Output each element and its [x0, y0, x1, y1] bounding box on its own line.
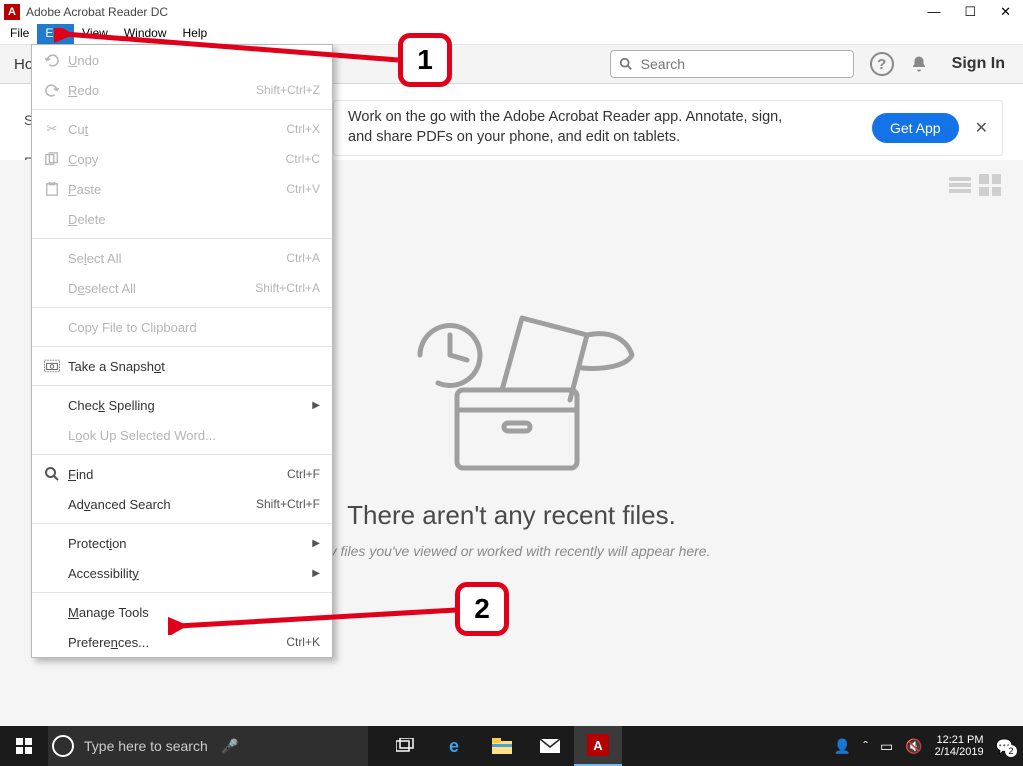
menu-item-snapshot[interactable]: Take a Snapshot: [32, 351, 332, 381]
search-input[interactable]: [639, 55, 845, 73]
search-box[interactable]: [610, 50, 854, 78]
copy-icon: [40, 152, 64, 166]
menubar: File Edit View Window Help: [0, 24, 1023, 44]
edit-menu-dropdown: UUndondo Redo Shift+Ctrl+Z ✂ Cut Ctrl+X …: [31, 44, 333, 658]
menu-item-delete[interactable]: Delete: [32, 204, 332, 234]
window-titlebar: A Adobe Acrobat Reader DC — ☐ ✕: [0, 0, 1023, 24]
help-button[interactable]: ?: [870, 52, 894, 76]
cut-icon: ✂: [40, 121, 64, 137]
taskbar-search-placeholder: Type here to search: [84, 738, 221, 754]
tray-chevron-icon[interactable]: ˆ: [863, 738, 868, 754]
minimize-button[interactable]: —: [927, 4, 940, 20]
empty-illustration: [382, 300, 642, 480]
menu-item-redo[interactable]: Redo Shift+Ctrl+Z: [32, 75, 332, 105]
menu-item-preferences[interactable]: Preferences... Ctrl+K: [32, 627, 332, 657]
menu-item-accessibility[interactable]: Accessibility ▶: [32, 558, 332, 588]
menu-item-undo[interactable]: UUndondo: [32, 45, 332, 75]
action-center-icon[interactable]: 💬2: [996, 738, 1013, 755]
grid-view-button[interactable]: [979, 174, 1001, 196]
menu-window[interactable]: Window: [116, 24, 175, 44]
list-view-button[interactable]: [949, 174, 971, 196]
annotation-1: 1: [398, 33, 452, 87]
menu-item-find[interactable]: Find Ctrl+F: [32, 459, 332, 489]
menu-item-deselect-all[interactable]: Deselect All Shift+Ctrl+A: [32, 273, 332, 303]
menu-help[interactable]: Help: [175, 24, 216, 44]
undo-icon: [40, 52, 64, 68]
close-icon[interactable]: ✕: [975, 118, 988, 138]
menu-view[interactable]: View: [74, 24, 116, 44]
menu-item-copy-file[interactable]: Copy File to Clipboard: [32, 312, 332, 342]
empty-subtitle: Any files you've viewed or worked with r…: [313, 543, 711, 559]
mail-button[interactable]: [526, 726, 574, 766]
notifications-icon[interactable]: [910, 55, 928, 73]
maximize-button[interactable]: ☐: [964, 4, 976, 20]
window-title: Adobe Acrobat Reader DC: [26, 5, 927, 19]
mic-icon[interactable]: 🎤: [221, 738, 358, 755]
menu-item-adv-search[interactable]: Advanced Search Shift+Ctrl+F: [32, 489, 332, 519]
signin-button[interactable]: Sign In: [952, 55, 1005, 73]
menu-item-lookup[interactable]: Look Up Selected Word...: [32, 420, 332, 450]
app-icon: A: [4, 4, 20, 20]
promo-text: Work on the go with the Adobe Acrobat Re…: [348, 108, 872, 147]
volume-icon[interactable]: 🔇: [905, 738, 922, 755]
annotation-2: 2: [455, 582, 509, 636]
start-button[interactable]: [0, 738, 48, 754]
getapp-button[interactable]: Get App: [872, 113, 959, 143]
taskbar-search[interactable]: Type here to search 🎤: [48, 726, 368, 766]
redo-icon: [40, 82, 64, 98]
menu-item-cut[interactable]: ✂ Cut Ctrl+X: [32, 114, 332, 144]
search-icon: [619, 57, 633, 71]
explorer-button[interactable]: [478, 726, 526, 766]
menu-item-check-spelling[interactable]: Check Spelling ▶: [32, 390, 332, 420]
menu-item-manage-tools[interactable]: Manage Tools: [32, 597, 332, 627]
empty-title: There aren't any recent files.: [313, 500, 711, 531]
network-icon[interactable]: ▭: [880, 738, 893, 755]
clock[interactable]: 12:21 PM 2/14/2019: [935, 734, 984, 758]
edge-button[interactable]: e: [430, 726, 478, 766]
acrobat-button[interactable]: A: [574, 726, 622, 766]
menu-item-paste[interactable]: Paste Ctrl+V: [32, 174, 332, 204]
menu-item-copy[interactable]: Copy Ctrl+C: [32, 144, 332, 174]
close-button[interactable]: ✕: [1000, 4, 1011, 20]
people-icon[interactable]: 👤: [834, 738, 851, 755]
menu-item-select-all[interactable]: Select All Ctrl+A: [32, 243, 332, 273]
menu-edit[interactable]: Edit: [37, 24, 74, 44]
menu-item-protection[interactable]: Protection ▶: [32, 528, 332, 558]
paste-icon: [40, 182, 64, 196]
empty-state: There aren't any recent files. Any files…: [313, 300, 711, 559]
promo-banner: Work on the go with the Adobe Acrobat Re…: [333, 100, 1003, 156]
menu-file[interactable]: File: [2, 24, 37, 44]
cortana-icon: [52, 735, 74, 757]
camera-icon: [40, 359, 64, 373]
taskbar: Type here to search 🎤 e A 👤 ˆ ▭ 🔇 12:21 …: [0, 726, 1023, 766]
search-icon: [40, 466, 64, 482]
task-view-button[interactable]: [382, 726, 430, 766]
